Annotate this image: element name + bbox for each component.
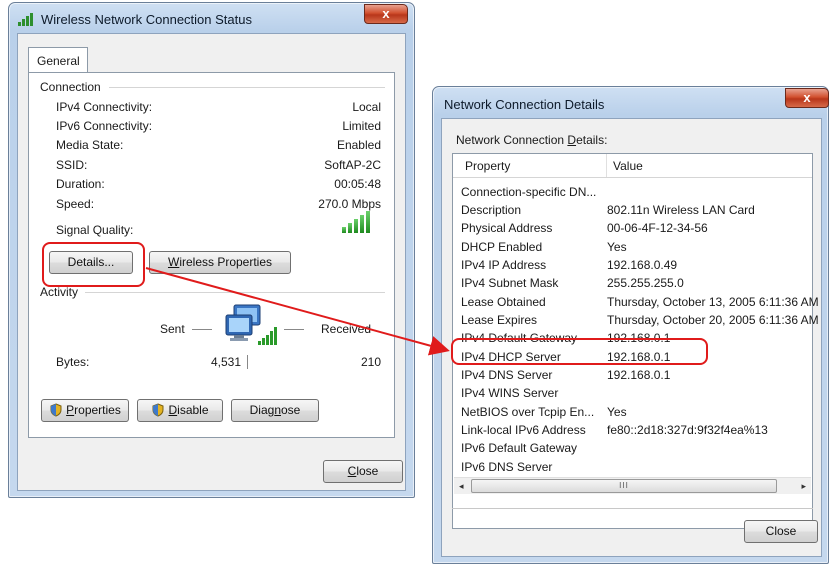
annotation-arrow xyxy=(145,267,450,356)
